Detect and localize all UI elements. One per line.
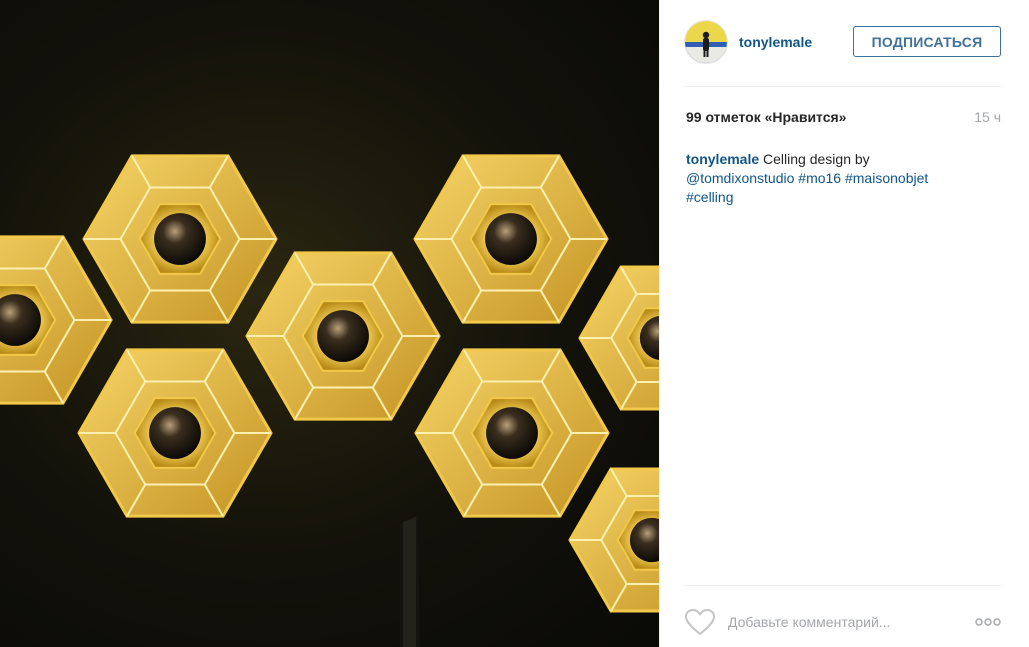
heart-outline-icon[interactable] — [684, 608, 716, 636]
lamp-cluster-image — [0, 154, 659, 647]
lamp-bulb — [317, 310, 369, 362]
lamp — [414, 348, 610, 518]
hashtag-link[interactable]: #maisonobjet — [845, 170, 928, 186]
lamp — [245, 251, 441, 421]
lamp-bulb — [149, 407, 201, 459]
avatar[interactable] — [684, 20, 728, 64]
comment-input[interactable] — [728, 610, 948, 634]
lamp-bulb — [485, 213, 537, 265]
post-header: tonylemale ПОДПИСАТЬСЯ — [684, 20, 1001, 66]
lamp — [568, 467, 659, 613]
post-sidebar: tonylemale ПОДПИСАТЬСЯ 99 отметок «Нрави… — [659, 0, 1029, 647]
lamp-bulb — [154, 213, 206, 265]
lamp-bulb — [486, 407, 538, 459]
header-divider — [684, 86, 1001, 87]
post-photo[interactable] — [0, 0, 659, 647]
avatar-image — [685, 21, 727, 63]
comment-bar — [684, 586, 1001, 647]
post-caption: tonylemale Celling design by @tomdixonst… — [686, 150, 1006, 207]
lamp — [0, 235, 113, 405]
follow-button[interactable]: ПОДПИСАТЬСЯ — [853, 26, 1001, 57]
lamp — [413, 154, 609, 324]
caption-username[interactable]: tonylemale — [686, 151, 759, 167]
post-time[interactable]: 15 ч — [974, 109, 1001, 125]
pole-highlight — [403, 517, 416, 647]
likes-count[interactable]: 99 отметок «Нравится» — [686, 109, 846, 125]
hashtag-link[interactable]: #celling — [686, 189, 733, 205]
author-username[interactable]: tonylemale — [739, 34, 812, 50]
caption-text: Celling design by — [763, 151, 870, 167]
lamp — [77, 348, 273, 518]
more-options-icon[interactable] — [975, 616, 1001, 628]
lamp — [82, 154, 278, 324]
caption-mention[interactable]: @tomdixonstudio — [686, 170, 794, 186]
lamp — [578, 265, 659, 411]
hashtag-link[interactable]: #mo16 — [798, 170, 841, 186]
